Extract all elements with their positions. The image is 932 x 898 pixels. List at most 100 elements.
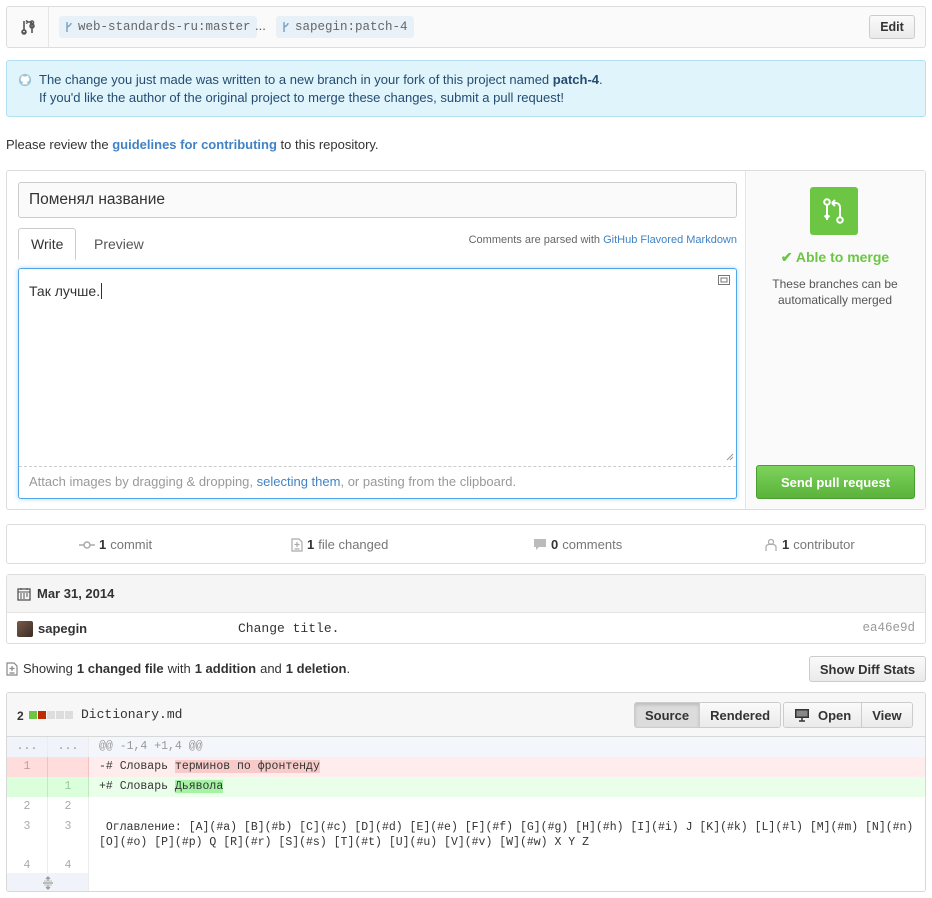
line-number-new[interactable]: 3 bbox=[48, 817, 89, 851]
fullscreen-icon[interactable] bbox=[717, 274, 731, 289]
toc-deletions: 1 deletion bbox=[285, 661, 347, 676]
flash-line1-prefix: The change you just made was written to … bbox=[39, 72, 553, 87]
flash-branch-name: patch-4 bbox=[552, 72, 600, 87]
file-name[interactable]: Dictionary.md bbox=[81, 707, 182, 722]
line-number-old[interactable]: 1 bbox=[7, 757, 48, 777]
toc-end: . bbox=[346, 661, 351, 676]
select-images-link[interactable]: selecting them bbox=[257, 474, 341, 489]
commit-date: Mar 31, 2014 bbox=[37, 586, 115, 601]
pull-request-form: Поменял название Write Preview Comments … bbox=[6, 170, 926, 510]
markdown-note: Comments are parsed with GitHub Flavored… bbox=[469, 234, 737, 246]
avatar[interactable] bbox=[17, 621, 33, 637]
commits-label: commit bbox=[110, 537, 153, 552]
commit-sha[interactable]: ea46e9d bbox=[862, 621, 915, 635]
toc-and: and bbox=[260, 661, 282, 676]
compare-range-bar: web-standards-ru:master ... sapegin:patc… bbox=[6, 6, 926, 48]
branch-icon bbox=[282, 21, 290, 33]
line-number-old[interactable]: 2 bbox=[7, 797, 48, 817]
context-line: Оглавление: [A](#a) [B](#b) [C](#c) [D](… bbox=[99, 821, 921, 849]
deleted-line-prefix: -# Словарь bbox=[99, 760, 175, 773]
resize-handle-icon[interactable] bbox=[726, 449, 734, 464]
octocat-icon bbox=[18, 73, 32, 92]
diffstat-blocks bbox=[29, 711, 74, 719]
deleted-line: -# Словарь терминов по фронтенду bbox=[89, 757, 925, 777]
diff-table: ... ... @@ -1,4 +1,4 @@ 1 -# Словарь тер… bbox=[7, 737, 925, 891]
line-number-old[interactable]: ... bbox=[7, 737, 48, 757]
files-changed-tab[interactable]: 1 file changed bbox=[291, 537, 388, 552]
flash-notice: The change you just made was written to … bbox=[6, 60, 926, 117]
send-pull-request-button[interactable]: Send pull request bbox=[756, 465, 915, 499]
drop-prefix: Attach images by dragging & dropping, bbox=[29, 474, 257, 489]
commit-row: sapegin Change title. ea46e9d bbox=[7, 613, 925, 643]
contributors-count: 1 bbox=[782, 537, 790, 552]
pr-title-input[interactable]: Поменял название bbox=[18, 182, 737, 218]
commit-message[interactable]: Change title. bbox=[238, 621, 339, 636]
line-number-new[interactable]: 4 bbox=[48, 851, 89, 873]
diffstat-del-block bbox=[38, 711, 46, 719]
diffstat-neutral-block bbox=[65, 711, 73, 719]
comments-count: 0 bbox=[551, 537, 559, 552]
unfold-icon[interactable] bbox=[7, 873, 89, 891]
diff-expand-row bbox=[7, 873, 925, 891]
contributors-tab[interactable]: 1 contributor bbox=[764, 537, 855, 552]
hunk-header: @@ -1,4 +1,4 @@ bbox=[89, 737, 925, 757]
merge-status: ✔ Able to merge bbox=[780, 249, 890, 265]
file-change-count: 2 bbox=[17, 709, 24, 723]
line-number-old[interactable]: 3 bbox=[7, 817, 48, 851]
comments-tab[interactable]: 0 comments bbox=[533, 537, 622, 552]
file-diff: 2 Dictionary.md Source Rendered Open Vie… bbox=[6, 692, 926, 892]
flash-line2: If you'd like the author of the original… bbox=[39, 90, 564, 105]
base-branch-selector[interactable]: web-standards-ru:master bbox=[59, 16, 257, 38]
diff-context-row: 2 2 bbox=[7, 797, 925, 817]
diff-deletion-row: 1 -# Словарь терминов по фронтенду bbox=[7, 757, 925, 777]
toc-showing: Showing bbox=[23, 661, 73, 676]
head-branch-selector[interactable]: sapegin:patch-4 bbox=[276, 16, 414, 38]
toc-additions: 1 addition bbox=[194, 661, 257, 676]
base-branch-label: web-standards-ru:master bbox=[78, 20, 251, 34]
text-caret bbox=[101, 283, 103, 299]
toc-changed: 1 changed file bbox=[76, 661, 164, 676]
commits-tab[interactable]: 1 commit bbox=[79, 537, 152, 552]
diffstat-neutral-block bbox=[56, 711, 64, 719]
comments-label: comments bbox=[562, 537, 623, 552]
line-number-new[interactable]: 2 bbox=[48, 797, 89, 817]
compare-icon bbox=[7, 7, 49, 47]
line-number-new[interactable]: ... bbox=[48, 737, 89, 757]
commits-list: Mar 31, 2014 sapegin Change title. ea46e… bbox=[6, 574, 926, 644]
pr-body-textarea[interactable]: Так лучше. Attach images by dragging & d… bbox=[18, 268, 737, 499]
contributing-guidelines-link[interactable]: guidelines for contributing bbox=[112, 137, 277, 152]
line-number-old[interactable] bbox=[7, 777, 48, 797]
line-number-new[interactable] bbox=[48, 757, 89, 777]
diff-context-row: 3 3 Оглавление: [A](#a) [B](#b) [C](#c) … bbox=[7, 817, 925, 851]
line-number-new[interactable]: 1 bbox=[48, 777, 89, 797]
review-guidelines: Please review the guidelines for contrib… bbox=[6, 137, 379, 152]
organization-icon bbox=[764, 538, 778, 552]
attach-images-bar: Attach images by dragging & dropping, se… bbox=[19, 466, 736, 498]
expand-row-spacer bbox=[89, 873, 925, 891]
comment-icon bbox=[533, 538, 547, 551]
files-count: 1 bbox=[307, 537, 315, 552]
commit-author[interactable]: sapegin bbox=[38, 621, 87, 636]
open-desktop-button[interactable]: Open bbox=[784, 703, 862, 727]
added-line-prefix: +# Словарь bbox=[99, 780, 175, 793]
deleted-highlight: терминов по фронтенду bbox=[174, 760, 320, 773]
added-highlight: Дьявола bbox=[174, 780, 224, 793]
pr-body-text: Так лучше. bbox=[29, 283, 103, 299]
show-diff-stats-button[interactable]: Show Diff Stats bbox=[809, 656, 926, 682]
merge-description: These branches can be automatically merg… bbox=[772, 277, 898, 307]
view-file-button[interactable]: View bbox=[861, 703, 912, 727]
tab-preview[interactable]: Preview bbox=[82, 228, 156, 260]
commits-count: 1 bbox=[99, 537, 107, 552]
line-number-old[interactable]: 4 bbox=[7, 851, 48, 873]
file-diff-icon bbox=[6, 661, 18, 676]
source-view-button[interactable]: Source bbox=[635, 703, 700, 727]
context-line bbox=[89, 797, 925, 817]
head-branch-label: sapegin:patch-4 bbox=[295, 20, 408, 34]
edit-range-button[interactable]: Edit bbox=[869, 15, 915, 39]
pr-body-value: Так лучше. bbox=[29, 283, 101, 299]
branch-icon bbox=[65, 21, 73, 33]
rendered-view-button[interactable]: Rendered bbox=[699, 703, 781, 727]
markdown-help-link[interactable]: GitHub Flavored Markdown bbox=[603, 234, 737, 246]
tab-write[interactable]: Write bbox=[18, 228, 77, 260]
review-prefix: Please review the bbox=[6, 137, 113, 152]
